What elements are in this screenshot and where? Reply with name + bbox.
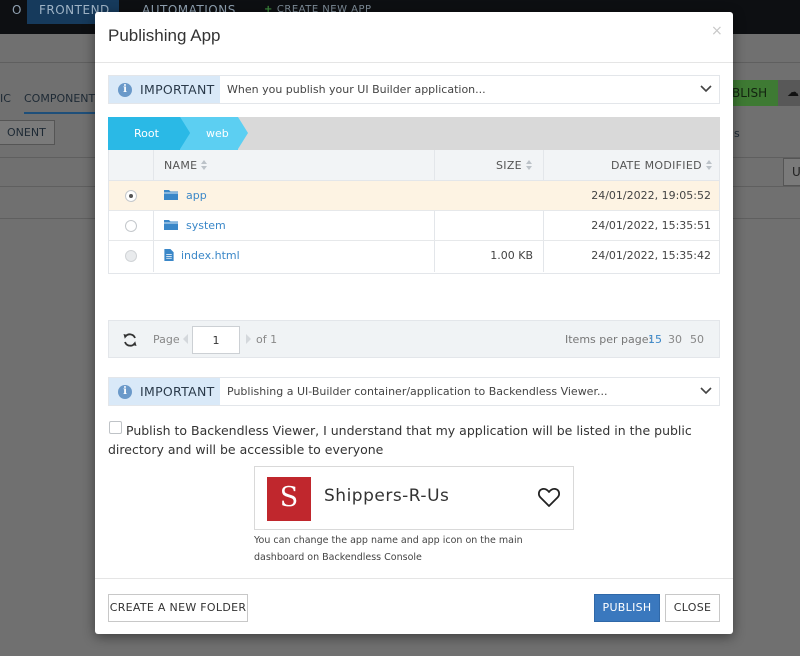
close-button[interactable]: CLOSE <box>665 594 720 622</box>
publish-viewer-label: Publish to Backendless Viewer, I underst… <box>108 423 692 457</box>
cloud-upload-icon: ☁ <box>778 80 800 106</box>
table-row[interactable]: system 24/01/2022, 15:35:51 <box>109 211 719 241</box>
important-label: IMPORTANT <box>140 384 215 399</box>
create-folder-button[interactable]: CREATE A NEW FOLDER <box>108 594 248 622</box>
important-label-box: i IMPORTANT <box>109 378 220 405</box>
important-label-box: i IMPORTANT <box>109 76 220 103</box>
table-header: NAME SIZE DATE MODIFIED <box>109 150 719 181</box>
heart-icon[interactable] <box>537 486 561 508</box>
app-icon: S <box>267 477 311 521</box>
background-subtab-logic: IC <box>0 92 11 105</box>
file-table: NAME SIZE DATE MODIFIED app 24/01/2022, … <box>108 150 720 274</box>
file-date: 24/01/2022, 19:05:52 <box>591 189 711 202</box>
info-icon: i <box>118 385 132 399</box>
important-text: When you publish your UI Builder applica… <box>227 83 486 96</box>
background-subtab-components: COMPONENTS <box>24 92 103 114</box>
dialog-header: Publishing App × <box>95 12 733 63</box>
items-per-page-15[interactable]: 15 <box>648 333 662 346</box>
sort-icon <box>525 160 533 170</box>
page-label: Page <box>153 333 180 346</box>
row-radio[interactable] <box>125 190 137 202</box>
file-name[interactable]: index.html <box>181 249 240 262</box>
info-icon: i <box>118 83 132 97</box>
app-icon-letter: S <box>279 482 299 513</box>
background-component-button: ONENT <box>0 120 55 145</box>
publish-button[interactable]: PUBLISH <box>594 594 660 622</box>
background-letter: s <box>734 127 740 140</box>
chevron-down-icon[interactable] <box>699 383 713 399</box>
items-per-page-label: Items per page: <box>565 333 653 346</box>
dialog-title: Publishing App <box>108 26 221 45</box>
file-date: 24/01/2022, 15:35:42 <box>591 249 711 262</box>
breadcrumb: Root web <box>108 117 720 150</box>
file-name[interactable]: app <box>186 189 207 202</box>
page-total: of 1 <box>256 333 278 346</box>
refresh-icon[interactable] <box>122 332 138 348</box>
page-input[interactable] <box>192 326 240 354</box>
folder-icon <box>164 220 178 230</box>
next-page-icon[interactable] <box>246 334 251 344</box>
file-name[interactable]: system <box>186 219 226 232</box>
important-notice-viewer[interactable]: i IMPORTANT Publishing a UI-Builder cont… <box>108 377 720 406</box>
chevron-down-icon[interactable] <box>699 81 713 97</box>
sort-icon <box>705 160 713 170</box>
app-card: S Shippers-R-Us <box>254 466 574 530</box>
file-date: 24/01/2022, 15:35:51 <box>591 219 711 232</box>
important-text: Publishing a UI-Builder container/applic… <box>227 385 608 398</box>
row-radio[interactable] <box>125 220 137 232</box>
items-per-page-50[interactable]: 50 <box>690 333 704 346</box>
background-field: U <box>783 158 800 186</box>
important-notice-publish[interactable]: i IMPORTANT When you publish your UI Bui… <box>108 75 720 104</box>
dialog-footer: CREATE A NEW FOLDER PUBLISH CLOSE <box>95 578 733 634</box>
folder-icon <box>164 190 178 200</box>
items-per-page-30[interactable]: 30 <box>668 333 682 346</box>
publish-dialog: Publishing App × i IMPORTANT When you pu… <box>95 12 733 634</box>
pagination: Page of 1 Items per page: 15 30 50 <box>108 320 720 358</box>
table-row[interactable]: index.html 1.00 KB 24/01/2022, 15:35:42 <box>109 241 719 271</box>
sort-icon <box>201 160 208 170</box>
table-row[interactable]: app 24/01/2022, 19:05:52 <box>109 181 719 211</box>
app-card-note: You can change the app name and app icon… <box>254 535 523 563</box>
file-icon <box>164 249 174 261</box>
column-header-date[interactable]: DATE MODIFIED <box>611 150 713 181</box>
column-header-name[interactable]: NAME <box>164 150 208 181</box>
file-size: 1.00 KB <box>490 249 533 262</box>
row-radio <box>125 250 137 262</box>
prev-page-icon[interactable] <box>183 334 188 344</box>
publish-viewer-checkbox[interactable] <box>109 421 122 434</box>
breadcrumb-root[interactable]: Root <box>108 117 190 150</box>
close-icon[interactable]: × <box>711 23 723 39</box>
column-header-size[interactable]: SIZE <box>496 150 533 181</box>
app-name: Shippers-R-Us <box>324 486 450 506</box>
important-label: IMPORTANT <box>140 82 215 97</box>
